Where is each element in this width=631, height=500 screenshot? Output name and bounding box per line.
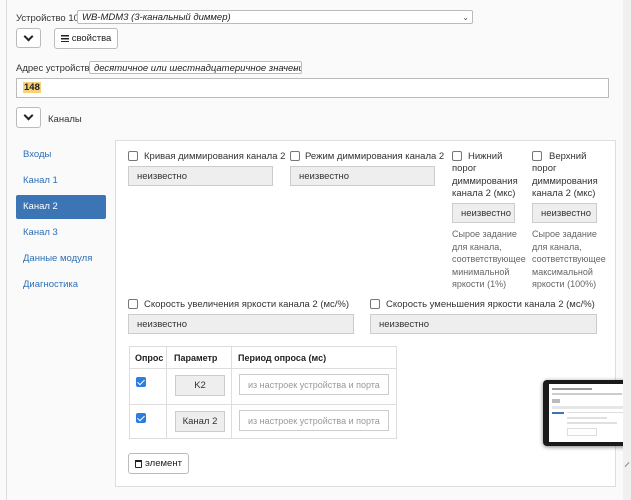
poll-row-2-period-input[interactable]: из настроек устройства и порта [239, 410, 389, 431]
high-threshold-label-line: канала 2 (мкс) [532, 188, 596, 199]
col-header-poll: Опрос [135, 353, 164, 363]
address-value: 148 [23, 82, 41, 93]
low-threshold-label-line: Нижний [468, 151, 503, 162]
low-threshold-checkbox[interactable] [452, 151, 462, 161]
help-line: для канала, [532, 241, 582, 252]
add-element-button-label: элемент [145, 458, 182, 469]
high-threshold-value: неизвестно [532, 203, 597, 223]
address-label: Адрес устройства [16, 63, 95, 74]
high-threshold-label-line: диммирования [532, 175, 598, 187]
resize-icon [623, 460, 631, 472]
nav-item-channel-3[interactable]: Канал 3 [16, 221, 106, 245]
high-threshold-label-rest: порог диммирования канала 2 (мкс) [532, 163, 598, 201]
chevron-down-icon [23, 31, 34, 41]
low-threshold-label-line: диммирования [452, 175, 518, 187]
rise-speed-label: Скорость увеличения яркости канала 2 (мс… [144, 299, 350, 310]
fall-speed-checkbox[interactable] [370, 299, 380, 309]
poll-row-2-checkbox[interactable] [136, 413, 146, 423]
curve-label: Кривая диммирования канала 2 [144, 151, 286, 162]
low-threshold-label: Нижний [468, 151, 502, 164]
chevron-down-icon [23, 110, 34, 121]
table-divider [129, 404, 397, 405]
poll-row-1-period-input[interactable]: из настроек устройства и порта [239, 374, 389, 395]
poll-row-1-param: K2 [175, 375, 225, 396]
rise-speed-value: неизвестно [128, 314, 354, 334]
low-threshold-value: неизвестно [452, 203, 515, 223]
nav-item-diagnostics[interactable]: Диагностика [16, 273, 106, 297]
high-threshold-checkbox[interactable] [532, 151, 542, 161]
fall-speed-value: неизвестно [370, 314, 597, 334]
high-threshold-label-line: Верхний [549, 151, 587, 162]
collapse-device-button[interactable] [16, 28, 41, 48]
device-type-value: WB-MDM3 (3-канальный диммер) [82, 12, 231, 23]
add-element-button[interactable]: элемент [128, 453, 189, 474]
nav-item-channel-1[interactable]: Канал 1 [16, 169, 106, 193]
help-line: яркости (1%) [452, 279, 507, 289]
help-line: минимальной [452, 266, 510, 277]
low-threshold-label-line: порог [452, 163, 477, 174]
help-line: соответствующее [532, 254, 606, 264]
fall-speed-label: Скорость уменьшения яркости канала 2 (мс… [386, 299, 595, 310]
col-header-period: Период опроса (мс) [238, 353, 327, 363]
help-line: Сырое задание [532, 229, 597, 239]
rise-speed-checkbox[interactable] [128, 299, 138, 309]
high-threshold-label: Верхний [549, 151, 586, 164]
low-threshold-label-rest: порог диммирования канала 2 (мкс) [452, 163, 518, 201]
device-type-select[interactable]: WB-MDM3 (3-канальный диммер) ⌄ [77, 10, 473, 24]
address-format-value: десятичное или шестнадцатеричное значени… [94, 63, 302, 74]
low-threshold-label-line: канала 2 (мкс) [452, 188, 516, 199]
help-line: максимальной [532, 266, 593, 277]
nav-item-module-data[interactable]: Данные модуля [16, 247, 106, 271]
help-line: Сырое задание [452, 229, 517, 239]
curve-value: неизвестно [128, 166, 273, 186]
list-icon [60, 35, 69, 42]
address-format-select[interactable]: десятичное или шестнадцатеричное значени… [89, 61, 302, 74]
poll-row-2-param: Канал 2 [175, 411, 225, 432]
help-line: соответствующее [452, 254, 526, 264]
nav-item-channel-2[interactable]: Канал 2 [16, 195, 106, 219]
screenshot-thumbnail[interactable] [543, 380, 631, 446]
address-input[interactable]: 148 [16, 78, 609, 98]
thumbnail-preview [549, 384, 631, 442]
low-threshold-help: Сырое задание для канала, соответствующе… [452, 228, 526, 291]
chevron-down-icon: ⌄ [462, 13, 469, 22]
channels-title: Каналы [48, 114, 82, 125]
col-header-param: Параметр [174, 353, 218, 363]
high-threshold-help: Сырое задание для канала, соответствующе… [532, 228, 606, 291]
high-threshold-label-line: порог [532, 163, 557, 174]
table-divider [166, 346, 167, 439]
collapse-channels-button[interactable] [16, 107, 41, 128]
scrollbar[interactable] [623, 0, 631, 500]
help-line: яркости (100%) [532, 279, 597, 289]
poll-row-1-checkbox[interactable] [136, 377, 146, 387]
mode-value: неизвестно [290, 166, 435, 186]
nav-item-inputs[interactable]: Входы [16, 143, 106, 167]
curve-checkbox[interactable] [128, 151, 138, 161]
mode-label: Режим диммирования канала 2 [305, 151, 445, 162]
properties-button[interactable]: свойства [54, 28, 118, 49]
device-label: Устройство 10 [16, 13, 79, 24]
table-divider [231, 346, 232, 439]
help-line: для канала, [452, 241, 502, 252]
trash-icon [135, 459, 143, 468]
mode-checkbox[interactable] [290, 151, 300, 161]
properties-button-label: свойства [71, 33, 112, 44]
table-divider [129, 368, 397, 369]
chevron-down-icon: ⌄ [291, 64, 298, 73]
